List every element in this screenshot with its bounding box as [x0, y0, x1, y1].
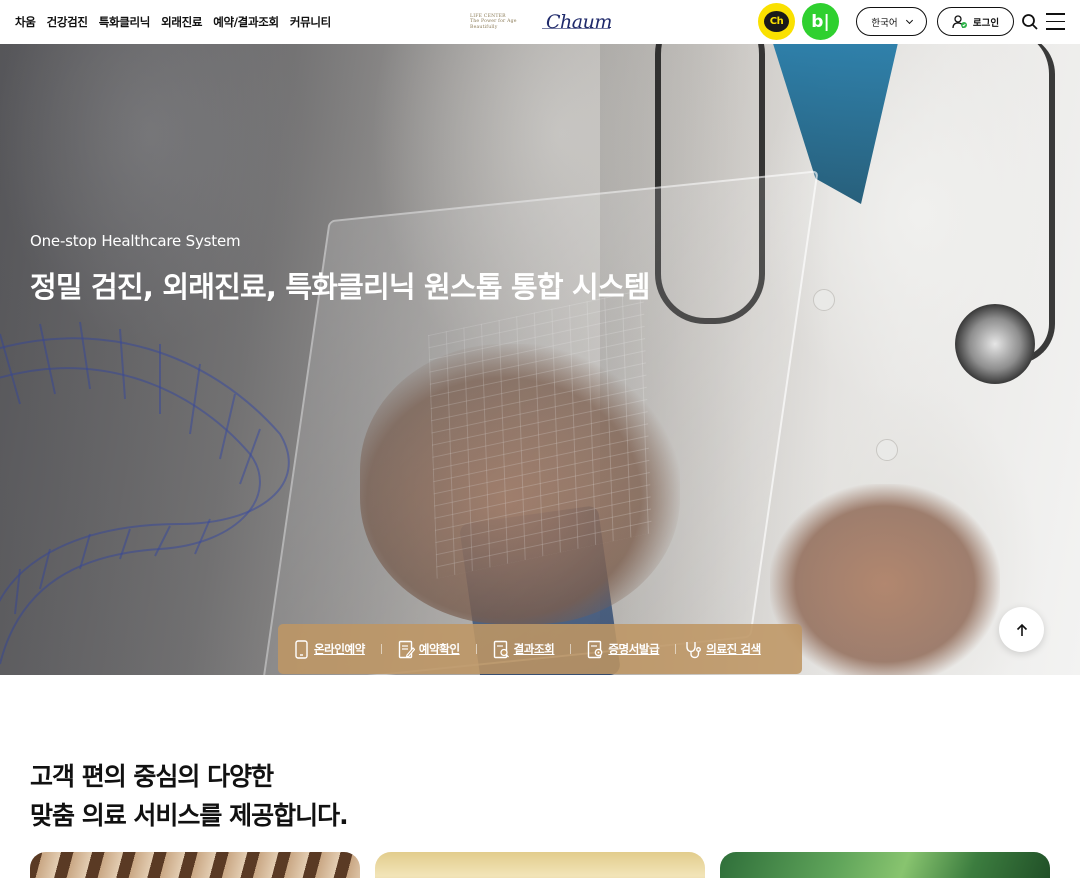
main-nav: 차움 건강검진 특화클리닉 외래진료 예약/결과조회 커뮤니티 — [15, 0, 331, 44]
arrow-up-icon — [1016, 623, 1027, 636]
logo-wordmark: Chaum — [546, 11, 612, 33]
document-edit-icon — [398, 640, 415, 658]
hamburger-menu-button[interactable] — [1046, 13, 1065, 30]
quick-menu-bar: 온라인예약 예약확인 결과조회 증명서발급 의료진 검색 — [278, 624, 802, 674]
nav-item-health-checkup[interactable]: 건강검진 — [47, 14, 88, 30]
quick-menu-divider — [475, 644, 477, 654]
site-logo[interactable]: LIFE CENTER The Power for Age Beautifull… — [470, 8, 612, 36]
quick-menu-label: 의료진 검색 — [706, 642, 761, 656]
nav-item-outpatient[interactable]: 외래진료 — [161, 14, 202, 30]
quick-menu-divider — [570, 644, 572, 654]
login-label: 로그인 — [972, 17, 1000, 29]
quick-menu-reservation-check[interactable]: 예약확인 — [398, 640, 460, 659]
search-icon — [1022, 14, 1038, 30]
kakao-channel-icon: Ch — [764, 11, 789, 32]
section-title-line2: 맞춤 의료 서비스를 제공합니다. — [30, 801, 349, 830]
language-label: 한국어 — [871, 17, 898, 29]
search-button[interactable] — [1021, 13, 1039, 31]
section-title-line1: 고객 편의 중심의 다양한 — [30, 762, 274, 791]
quick-menu-label: 결과조회 — [513, 642, 555, 656]
logo-tagline-line2: The Power for Age Beautifully — [470, 19, 517, 30]
section-title: 고객 편의 중심의 다양한 맞춤 의료 서비스를 제공합니다. — [30, 757, 349, 835]
language-select[interactable]: 한국어 — [856, 7, 927, 36]
scroll-to-top-button[interactable] — [999, 607, 1044, 652]
service-card-image[interactable] — [30, 852, 360, 878]
quick-menu-label: 증명서발급 — [608, 642, 660, 656]
hamburger-line — [1046, 13, 1065, 15]
nav-item-reservation-results[interactable]: 예약/결과조회 — [213, 14, 279, 30]
naver-blog-icon: b| — [811, 11, 830, 32]
naver-blog-button[interactable]: b| — [802, 3, 839, 40]
nav-item-special-clinic[interactable]: 특화클리닉 — [99, 14, 151, 30]
nav-item-chaum[interactable]: 차움 — [15, 14, 36, 30]
stethoscope-icon — [686, 641, 702, 658]
quick-menu-online-reservation[interactable]: 온라인예약 — [293, 639, 365, 659]
mobile-phone-icon — [295, 639, 308, 659]
login-button[interactable]: 로그인 — [937, 7, 1014, 36]
hamburger-line — [1046, 28, 1065, 30]
hero-image-overlay — [0, 44, 1080, 675]
quick-menu-label: 예약확인 — [418, 642, 460, 656]
quick-menu-certificate[interactable]: 증명서발급 — [587, 640, 660, 659]
service-card-image[interactable] — [720, 852, 1050, 878]
nav-item-community[interactable]: 커뮤니티 — [290, 14, 331, 30]
quick-menu-divider — [380, 644, 382, 654]
logo-tagline: LIFE CENTER The Power for Age Beautifull… — [470, 14, 542, 31]
quick-menu-results[interactable]: 결과조회 — [493, 640, 555, 659]
hero-subtitle: One-stop Healthcare System — [30, 232, 241, 250]
quick-menu-doctor-search[interactable]: 의료진 검색 — [685, 640, 761, 659]
certificate-icon — [588, 640, 603, 658]
document-search-icon — [493, 640, 509, 658]
user-icon — [952, 14, 967, 28]
kakao-channel-button[interactable]: Ch — [758, 3, 795, 40]
service-card-image[interactable] — [375, 852, 705, 878]
quick-menu-divider — [675, 644, 677, 654]
chevron-down-icon — [905, 16, 913, 24]
hero-title: 정밀 검진, 외래진료, 특화클리닉 원스톱 통합 시스템 — [30, 270, 651, 304]
hero-banner: One-stop Healthcare System 정밀 검진, 외래진료, … — [0, 44, 1080, 675]
hamburger-line — [1046, 20, 1065, 23]
logo-underline — [542, 28, 610, 29]
site-header: 차움 건강검진 특화클리닉 외래진료 예약/결과조회 커뮤니티 LIFE CEN… — [0, 0, 1080, 44]
quick-menu-label: 온라인예약 — [314, 642, 365, 656]
